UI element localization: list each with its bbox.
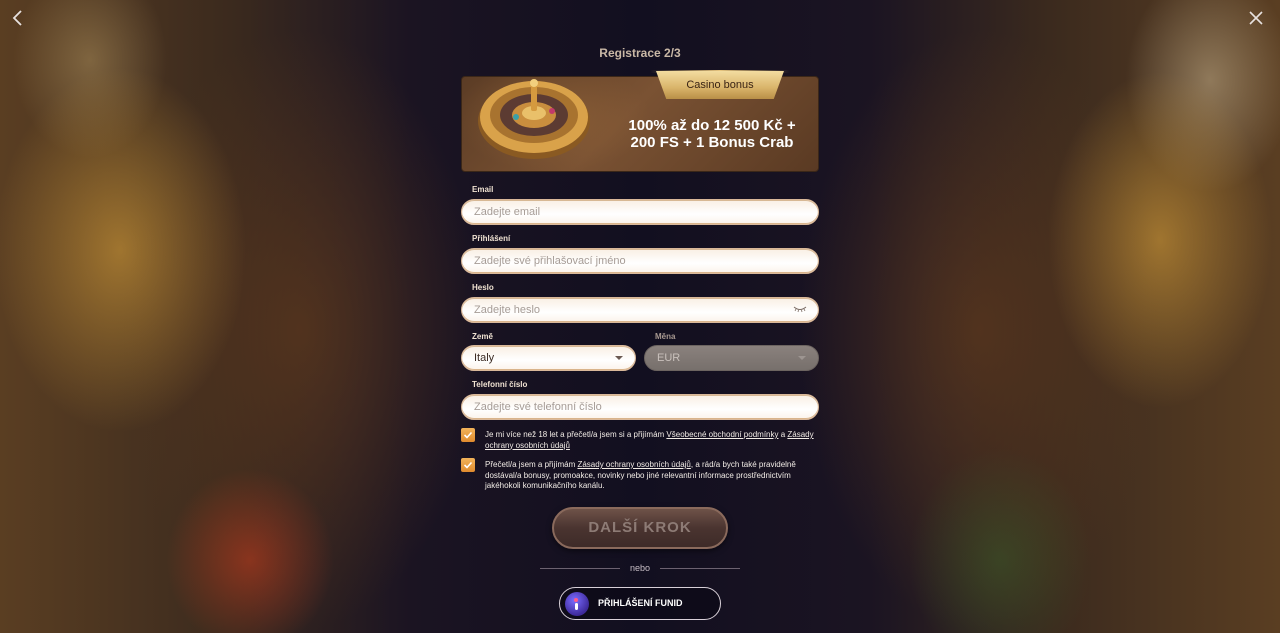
login-field[interactable] — [461, 248, 819, 274]
currency-value: EUR — [657, 352, 681, 364]
funid-login-button[interactable]: PŘIHLÁŠENÍ FUNID — [559, 587, 721, 620]
divider-right — [660, 568, 740, 569]
funid-logo-icon — [565, 592, 589, 616]
divider-left — [540, 568, 620, 569]
funid-login-label: PŘIHLÁŠENÍ FUNID — [598, 598, 683, 608]
currency-label: Měna — [655, 332, 676, 341]
close-icon — [1249, 11, 1263, 25]
chevron-left-icon — [12, 10, 22, 26]
password-label: Heslo — [472, 283, 494, 292]
marketing-consent-prefix: Přečetl/a jsem a přijímám — [485, 460, 578, 469]
checkmark-icon — [463, 461, 473, 469]
phone-field[interactable] — [461, 394, 819, 420]
next-step-button[interactable]: DALŠÍ KROK — [552, 507, 728, 549]
phone-label: Telefonní číslo — [472, 380, 528, 389]
chevron-down-icon — [615, 356, 623, 360]
password-wrapper — [461, 297, 819, 323]
age-consent-checkbox[interactable] — [461, 428, 475, 442]
country-label: Země — [472, 332, 493, 341]
hide-password-icon[interactable] — [793, 305, 807, 313]
email-field[interactable] — [461, 199, 819, 225]
bonus-offer-text: 100% až do 12 500 Kč + 200 FS + 1 Bonus … — [612, 117, 812, 151]
age-consent-prefix: Je mi více než 18 let a přečetl/a jsem s… — [485, 430, 667, 439]
age-consent-text: Je mi více než 18 let a přečetl/a jsem s… — [485, 430, 825, 451]
bonus-offer-line1: 100% až do 12 500 Kč + — [628, 117, 796, 134]
email-label: Email — [472, 185, 494, 194]
chevron-down-icon — [798, 356, 806, 360]
currency-select: EUR — [644, 345, 819, 371]
country-value: Italy — [474, 352, 495, 364]
privacy-link-2[interactable]: Zásady ochrany osobních údajů — [577, 460, 690, 469]
back-button[interactable] — [6, 6, 30, 30]
or-separator: nebo — [629, 563, 651, 573]
marketing-consent-text: Přečetl/a jsem a přijímám Zásady ochrany… — [485, 460, 821, 492]
marketing-consent-checkbox[interactable] — [461, 458, 475, 472]
step-title: Registrace 2/3 — [599, 46, 681, 60]
casino-bonus-badge: Casino bonus — [656, 71, 784, 99]
bonus-offer-line2: 200 FS + 1 Bonus Crab — [630, 134, 794, 151]
close-button[interactable] — [1244, 6, 1268, 30]
checkmark-icon — [463, 431, 473, 439]
login-label: Přihlášení — [472, 234, 511, 243]
country-select[interactable]: Italy — [461, 345, 636, 371]
casino-bonus-banner: Casino bonus 100% až do 12 500 Kč + 200 … — [461, 70, 819, 172]
terms-link[interactable]: Všeobecné obchodní podmínky — [666, 430, 778, 439]
password-field[interactable] — [461, 297, 819, 323]
roulette-wheel-icon — [478, 79, 590, 159]
